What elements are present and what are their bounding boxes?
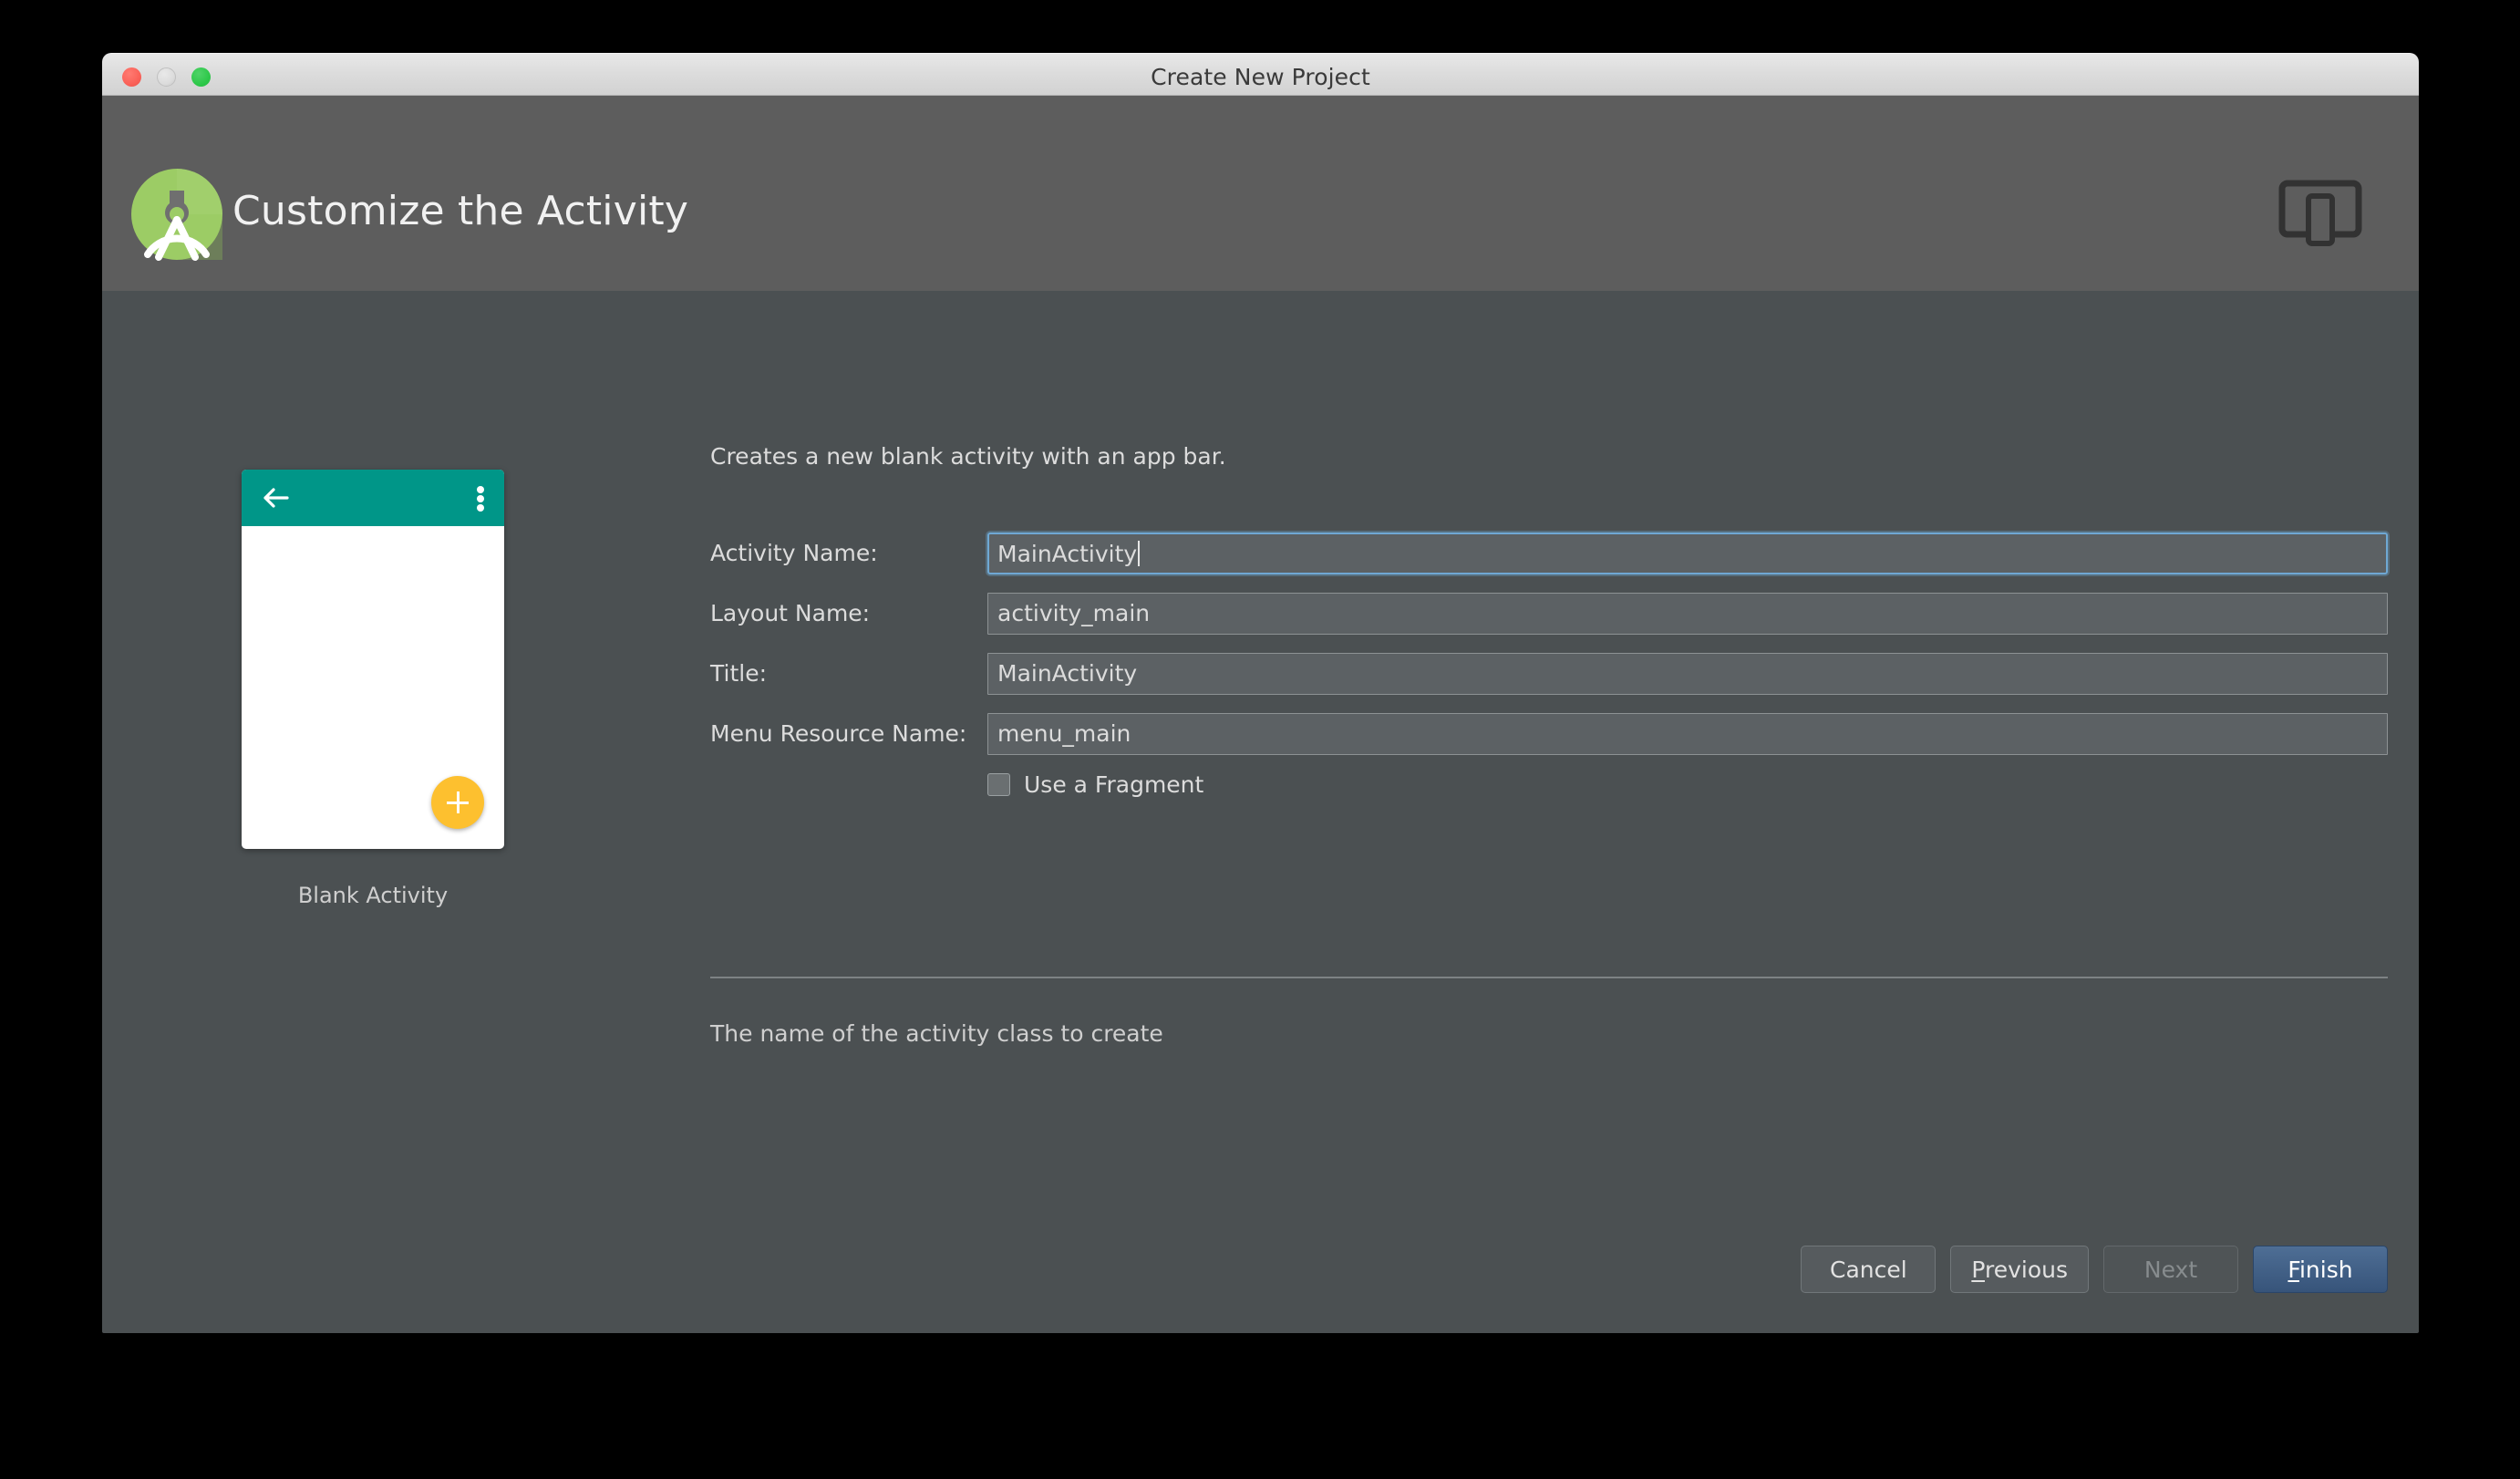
phone-preview-frame bbox=[242, 470, 504, 849]
title-input[interactable]: MainActivity bbox=[987, 653, 2388, 695]
next-button-label: Next bbox=[2143, 1256, 2198, 1283]
menu-resource-name-value: menu_main bbox=[997, 720, 1131, 747]
label-title: Title: bbox=[710, 660, 767, 687]
title-value: MainActivity bbox=[997, 660, 1138, 687]
use-fragment-row[interactable]: Use a Fragment bbox=[987, 771, 1203, 798]
finish-button-label: Finish bbox=[2288, 1256, 2353, 1283]
window-title: Create New Project bbox=[1151, 64, 1370, 90]
dialog-header: Customize the Activity bbox=[102, 96, 2419, 291]
help-text: The name of the activity class to create bbox=[710, 1020, 1163, 1047]
label-layout-name: Layout Name: bbox=[710, 600, 871, 626]
previous-button-label: Previous bbox=[1971, 1256, 2068, 1283]
use-fragment-label: Use a Fragment bbox=[1024, 771, 1204, 798]
dialog-body: Blank Activity Creates a new blank activ… bbox=[102, 291, 2419, 1333]
form-divider bbox=[710, 977, 2388, 978]
activity-preview[interactable]: Blank Activity bbox=[226, 470, 520, 908]
text-caret bbox=[1138, 541, 1141, 566]
layout-name-input[interactable]: activity_main bbox=[987, 593, 2388, 635]
layout-name-value: activity_main bbox=[997, 600, 1151, 626]
android-studio-logo bbox=[129, 167, 224, 262]
use-fragment-checkbox[interactable] bbox=[987, 773, 1010, 796]
field-row-title: Title: MainActivity bbox=[710, 653, 2388, 695]
overflow-menu-icon bbox=[477, 486, 484, 512]
activity-name-value: MainActivity bbox=[997, 541, 1138, 567]
dialog-footer: Cancel Previous Next Finish bbox=[1801, 1246, 2388, 1293]
label-activity-name: Activity Name: bbox=[710, 540, 878, 566]
cancel-button-label: Cancel bbox=[1829, 1256, 1907, 1283]
menu-resource-name-input[interactable]: menu_main bbox=[987, 713, 2388, 755]
field-row-menu-resource-name: Menu Resource Name: menu_main bbox=[710, 713, 2388, 755]
preview-appbar bbox=[242, 470, 504, 526]
field-row-layout-name: Layout Name: activity_main bbox=[710, 593, 2388, 635]
finish-button[interactable]: Finish bbox=[2253, 1246, 2388, 1293]
create-new-project-dialog: Create New Project Customize the Activit… bbox=[102, 53, 2419, 1333]
tablet-and-phone-icon bbox=[2278, 176, 2362, 249]
label-menu-resource-name: Menu Resource Name: bbox=[710, 720, 967, 747]
cancel-button[interactable]: Cancel bbox=[1801, 1246, 1936, 1293]
field-row-activity-name: Activity Name: MainActivity bbox=[710, 533, 2388, 574]
form-description: Creates a new blank activity with an app… bbox=[710, 443, 1226, 470]
page-title: Customize the Activity bbox=[232, 188, 689, 234]
previous-button[interactable]: Previous bbox=[1950, 1246, 2089, 1293]
window-titlebar: Create New Project bbox=[102, 53, 2419, 96]
next-button[interactable]: Next bbox=[2103, 1246, 2238, 1293]
preview-caption: Blank Activity bbox=[297, 883, 449, 908]
back-arrow-icon bbox=[262, 485, 289, 511]
plus-icon bbox=[431, 776, 484, 829]
activity-name-input[interactable]: MainActivity bbox=[987, 533, 2388, 574]
